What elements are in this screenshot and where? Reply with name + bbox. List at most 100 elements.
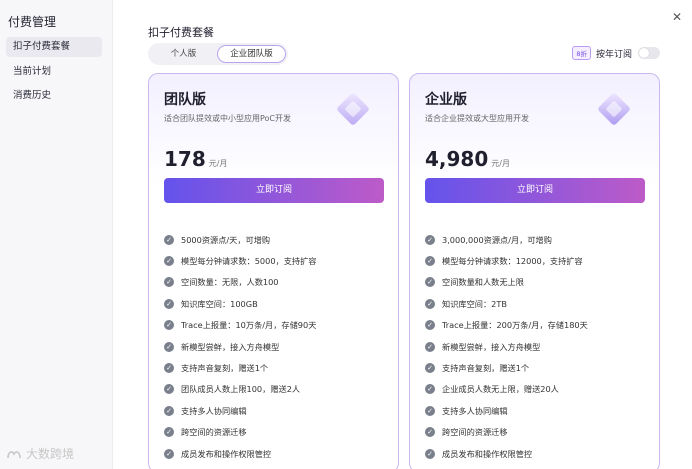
feature-text: 支持多人协同编辑 [442, 405, 508, 416]
feature-item: ✓ 团队成员人数上限100，赠送2人 [164, 379, 316, 400]
plan-card-team: 团队版 适合团队提效或中小型应用PoC开发 178 元/月 立即订阅 ✓ 5000… [148, 73, 399, 469]
sidebar: 付费管理 扣子付费套餐 当前计划 消费历史 [0, 0, 113, 469]
discount-badge: 8折 [572, 46, 591, 60]
feature-item: ✓ 跨空间的资源迁移 [164, 422, 316, 443]
page-title: 扣子付费套餐 [148, 26, 214, 39]
check-icon: ✓ [425, 363, 435, 374]
check-icon: ✓ [164, 277, 174, 288]
plan-name: 团队版 [164, 92, 206, 108]
feature-item: ✓ Trace上报量：200万条/月，存储180天 [425, 315, 588, 336]
feature-item: ✓ 支持多人协同编辑 [425, 400, 588, 421]
feature-text: 知识库空间：100GB [181, 298, 258, 309]
sidebar-title: 付费管理 [8, 15, 57, 29]
plan-card-enterprise: 企业版 适合企业提效或大型应用开发 4,980 元/月 立即订阅 ✓ 3,000,… [409, 73, 660, 469]
feature-item: ✓ 企业成员人数无上限，赠送20人 [425, 379, 588, 400]
feature-text: 模型每分钟请求数：12000，支持扩容 [442, 256, 583, 267]
feature-item: ✓ 支持声音复刻，赠送1个 [164, 357, 316, 378]
feature-item: ✓ 新模型尝鲜，接入方舟模型 [425, 336, 588, 357]
feature-text: 企业成员人数无上限，赠送20人 [442, 384, 559, 395]
feature-item: ✓ 空间数量和人数无上限 [425, 272, 588, 293]
subscribe-button[interactable]: 立即订阅 [425, 178, 645, 203]
sidebar-item-billing-history[interactable]: 消费历史 [6, 86, 102, 106]
check-icon: ✓ [164, 234, 174, 245]
price-row: 178 元/月 [164, 147, 227, 171]
check-icon: ✓ [425, 320, 435, 331]
sidebar-item-current-plan[interactable]: 当前计划 [6, 62, 102, 82]
feature-text: 支持声音复刻，赠送1个 [181, 363, 269, 374]
feature-item: ✓ 成员发布和操作权限管控 [164, 443, 316, 464]
sidebar-item-coze-plans[interactable]: 扣子付费套餐 [6, 37, 102, 57]
check-icon: ✓ [425, 298, 435, 309]
feature-text: 支持多人协同编辑 [181, 405, 247, 416]
feature-text: Trace上报量：200万条/月，存储180天 [442, 320, 588, 331]
subscribe-button[interactable]: 立即订阅 [164, 178, 384, 203]
plan-description: 适合企业提效或大型应用开发 [425, 114, 529, 123]
feature-list: ✓ 5000资源点/天，可增购 ✓ 模型每分钟请求数：5000，支持扩容 ✓ 空间数量… [164, 229, 316, 464]
feature-item: ✓ 5000资源点/天，可增购 [164, 229, 316, 250]
tab-enterprise-team[interactable]: 企业团队版 [217, 45, 286, 63]
feature-item: ✓ 跨空间的资源迁移 [425, 422, 588, 443]
feature-text: 跨空间的资源迁移 [181, 427, 247, 438]
price-row: 4,980 元/月 [425, 147, 510, 171]
feature-item: ✓ 模型每分钟请求数：5000，支持扩容 [164, 250, 316, 271]
feature-text: 模型每分钟请求数：5000，支持扩容 [181, 256, 317, 267]
price-unit: 元/月 [208, 159, 228, 168]
feature-text: 支持声音复刻，赠送1个 [442, 363, 530, 374]
feature-item: ✓ 新模型尝鲜，接入方舟模型 [164, 336, 316, 357]
feature-text: 3,000,000资源点/月，可增购 [442, 234, 552, 245]
watermark-text: 大数跨境 [26, 447, 75, 461]
tab-personal[interactable]: 个人版 [150, 45, 217, 63]
check-icon: ✓ [425, 256, 435, 267]
feature-item: ✓ 知识库空间：2TB [425, 293, 588, 314]
watermark: 大数跨境 [6, 445, 74, 462]
price: 178 [164, 147, 206, 171]
check-icon: ✓ [425, 405, 435, 416]
check-icon: ✓ [164, 256, 174, 267]
feature-text: 成员发布和操作权限管控 [181, 448, 272, 459]
check-icon: ✓ [164, 384, 174, 395]
plan-name: 企业版 [425, 92, 467, 108]
check-icon: ✓ [164, 320, 174, 331]
feature-item: ✓ Trace上报量：10万条/月，存储90天 [164, 315, 316, 336]
check-icon: ✓ [164, 298, 174, 309]
check-icon: ✓ [425, 341, 435, 352]
watermark-logo-icon [7, 450, 21, 458]
feature-text: 成员发布和操作权限管控 [442, 448, 533, 459]
annual-label: 按年订阅 [595, 49, 632, 60]
annual-toggle[interactable] [638, 47, 660, 59]
check-icon: ✓ [164, 363, 174, 374]
check-icon: ✓ [425, 234, 435, 245]
feature-item: ✓ 模型每分钟请求数：12000，支持扩容 [425, 250, 588, 271]
check-icon: ✓ [425, 384, 435, 395]
check-icon: ✓ [164, 448, 174, 459]
feature-text: 新模型尝鲜，接入方舟模型 [442, 341, 541, 352]
feature-text: 新模型尝鲜，接入方舟模型 [181, 341, 280, 352]
check-icon: ✓ [425, 448, 435, 459]
feature-item: ✓ 成员发布和操作权限管控 [425, 443, 588, 464]
annual-subscription: 8折 按年订阅 [572, 46, 660, 60]
toggle-knob [639, 48, 649, 58]
check-icon: ✓ [425, 427, 435, 438]
check-icon: ✓ [164, 427, 174, 438]
check-icon: ✓ [164, 341, 174, 352]
plan-type-tabs: 个人版 企业团队版 [148, 43, 288, 65]
feature-item: ✓ 支持多人协同编辑 [164, 400, 316, 421]
feature-text: 空间数量：无限，人数100 [181, 277, 279, 288]
price-unit: 元/月 [491, 159, 510, 168]
price: 4,980 [425, 147, 489, 171]
feature-item: ✓ 支持声音复刻，赠送1个 [425, 357, 588, 378]
feature-text: 知识库空间：2TB [442, 298, 507, 309]
plan-description: 适合团队提效或中小型应用PoC开发 [164, 114, 292, 123]
feature-text: 跨空间的资源迁移 [442, 427, 508, 438]
feature-text: 团队成员人数上限100，赠送2人 [181, 384, 301, 395]
diamond-icon [598, 93, 630, 125]
feature-item: ✓ 知识库空间：100GB [164, 293, 316, 314]
feature-text: 空间数量和人数无上限 [442, 277, 524, 288]
close-icon[interactable]: ✕ [672, 10, 682, 24]
feature-list: ✓ 3,000,000资源点/月，可增购 ✓ 模型每分钟请求数：12000，支持扩容… [425, 229, 588, 464]
diamond-icon [337, 93, 369, 125]
check-icon: ✓ [425, 277, 435, 288]
check-icon: ✓ [164, 405, 174, 416]
feature-text: 5000资源点/天，可增购 [181, 234, 271, 245]
feature-text: Trace上报量：10万条/月，存储90天 [181, 320, 317, 331]
